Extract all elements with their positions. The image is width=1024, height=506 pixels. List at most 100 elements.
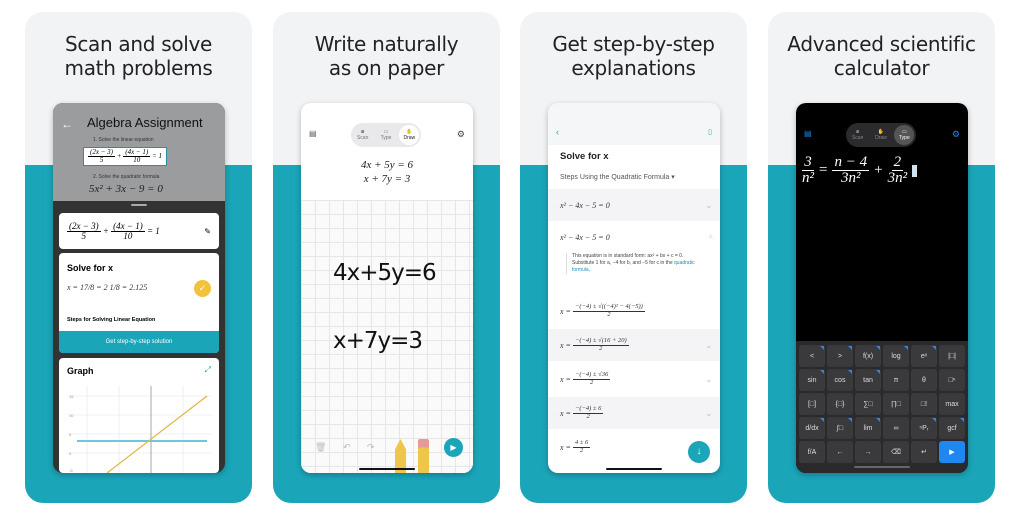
get-step-by-step-button[interactable]: Get step-by-step solution xyxy=(59,331,219,353)
key[interactable]: ▶ xyxy=(939,441,965,463)
history-icon[interactable]: ▤ xyxy=(804,129,812,138)
key[interactable]: π xyxy=(883,369,909,391)
eraser-tool-icon[interactable] xyxy=(418,439,429,473)
mode-draw[interactable]: ✋ Draw xyxy=(399,125,420,145)
scan-selection[interactable]: (2x − 3) 5 + (4x − 1) 10 = 1 xyxy=(83,147,167,166)
keyboard-row: [□] {□} ∑□ ∏□ □! max xyxy=(799,393,965,415)
key[interactable]: sin xyxy=(799,369,825,391)
mode-type[interactable]: ▭ Type xyxy=(894,125,915,145)
undo-icon[interactable]: ↶ xyxy=(343,442,351,453)
drawing-canvas[interactable]: 4x+5y=6 x+7y=3 🗑 ↶ ↷ ▶ xyxy=(301,200,473,473)
key[interactable]: d/dx xyxy=(799,417,825,439)
key[interactable]: |□| xyxy=(939,345,965,367)
key[interactable]: □! xyxy=(911,393,937,415)
step-explanation: This equation is in standard form: ax² +… xyxy=(566,253,706,274)
keyboard-row: d/dx ∫□ lim ∞ ⁿPᵣ gcf xyxy=(799,417,965,439)
calculator-expression[interactable]: 3 n² = n − 4 3n² + 2 3n² xyxy=(802,155,918,186)
key[interactable]: ∫□ xyxy=(827,417,853,439)
edit-pencil-icon[interactable]: ✎ xyxy=(204,227,211,236)
key[interactable]: > xyxy=(827,345,853,367)
key[interactable]: f(x) xyxy=(855,345,881,367)
key[interactable]: ↵ xyxy=(911,441,937,463)
panel-calculator: Advanced scientific calculator ▤ ⚙ ◙ Scan … xyxy=(768,12,995,503)
key[interactable]: θ xyxy=(911,369,937,391)
back-chevron-icon[interactable]: ‹ xyxy=(556,127,559,137)
key[interactable]: ⌫ xyxy=(883,441,909,463)
panel-draw: Write naturally as on paper ▤ ⚙ ◙ Scan ▭ Ty… xyxy=(273,12,500,503)
settings-gear-icon[interactable]: ⚙ xyxy=(457,129,465,140)
phone-steps: ‹ ▯ Solve for x Steps Using the Quadrati… xyxy=(548,103,720,473)
home-indicator xyxy=(606,468,662,470)
scroll-down-button[interactable]: ↓ xyxy=(688,441,710,463)
panel-title: Write naturally as on paper xyxy=(314,32,459,80)
derivation-row[interactable]: x = −(−4) ± √36 2 ⌄ xyxy=(548,363,720,395)
panel-title: Advanced scientific calculator xyxy=(787,32,976,80)
key[interactable]: cos xyxy=(827,369,853,391)
key[interactable]: [□] xyxy=(799,393,825,415)
step-row-expanded[interactable]: x² − 4x − 5 = 0 ^ xyxy=(548,221,720,253)
doc-title: Algebra Assignment xyxy=(87,115,203,130)
line-linear xyxy=(106,395,208,473)
derivation-row[interactable]: x = −(−4) ± 6 2 ⌄ xyxy=(548,397,720,429)
expand-icon[interactable]: ⤢ xyxy=(205,365,211,375)
key[interactable]: {□} xyxy=(827,393,853,415)
chevron-down-icon: ⌄ xyxy=(705,340,712,350)
solve-send-button[interactable]: ▶ xyxy=(444,438,463,457)
key[interactable]: ∏□ xyxy=(883,393,909,415)
chevron-down-icon: ⌄ xyxy=(705,200,712,210)
key[interactable]: eˣ xyxy=(911,345,937,367)
key[interactable]: gcf xyxy=(939,417,965,439)
panel-title: Scan and solve math problems xyxy=(64,32,213,80)
math-keyboard: < > f(x) log eˣ |□| sin cos tan π θ □ⁿ [□] {□} ∑□ ∏□ □! m… xyxy=(796,341,968,473)
doc-question-2: 2. Solve the quadratic formula xyxy=(93,174,160,180)
chevron-up-icon: ^ xyxy=(708,232,712,242)
key[interactable]: → xyxy=(855,441,881,463)
chevron-down-icon: ⌄ xyxy=(705,374,712,384)
key[interactable]: log xyxy=(883,345,909,367)
back-icon[interactable]: ← xyxy=(61,117,73,131)
key[interactable]: < xyxy=(799,345,825,367)
mode-toolbar: ◙ Scan ▭ Type ✋ Draw xyxy=(351,123,421,147)
settings-gear-icon[interactable]: ⚙ xyxy=(952,129,960,140)
handwritten-line: x+7y=3 xyxy=(333,328,423,354)
phone-draw: ▤ ⚙ ◙ Scan ▭ Type ✋ Draw 4x + 5y = 6 x + 7y… xyxy=(301,103,473,473)
recognized-equations: 4x + 5y = 6 x + 7y = 3 xyxy=(301,158,473,186)
key[interactable]: ∞ xyxy=(883,417,909,439)
key[interactable]: □ⁿ xyxy=(939,369,965,391)
recognized-line: x + 7y = 3 xyxy=(363,173,411,185)
keyboard-row: < > f(x) log eˣ |□| xyxy=(799,345,965,367)
graph-card: Graph ⤢ 15 10 5 0 -5 xyxy=(59,358,219,473)
mode-scan[interactable]: ◙ Scan xyxy=(848,125,868,145)
mode-type[interactable]: ▭ Type xyxy=(376,125,396,145)
sheet-handle[interactable] xyxy=(131,204,147,206)
step-row[interactable]: x² − 4x − 5 = 0 ⌄ xyxy=(548,189,720,221)
redo-icon[interactable]: ↷ xyxy=(367,442,375,453)
home-indicator xyxy=(359,468,415,470)
mode-scan[interactable]: ◙ Scan xyxy=(353,125,373,145)
panel-steps: Get step-by-step explanations ‹ ▯ Solve f… xyxy=(520,12,747,503)
key[interactable]: f/A xyxy=(799,441,825,463)
key[interactable]: ⁿPᵣ xyxy=(911,417,937,439)
recognized-line: 4x + 5y = 6 xyxy=(360,159,414,171)
bookmark-icon[interactable]: ▯ xyxy=(708,128,712,136)
key[interactable]: ∑□ xyxy=(855,393,881,415)
y-tick: -5 xyxy=(69,468,73,473)
handwritten-line: 4x+5y=6 xyxy=(333,260,437,286)
method-dropdown[interactable]: Steps Using the Quadratic Formula ▾ xyxy=(560,173,675,181)
key[interactable]: max xyxy=(939,393,965,415)
dropdown-arrow-icon: ▾ xyxy=(671,174,675,181)
equation-card[interactable]: (2x − 3) 5 + (4x − 1) 10 = 1 ✎ xyxy=(59,213,219,249)
panel-title: Get step-by-step explanations xyxy=(552,32,715,80)
key[interactable]: lim xyxy=(855,417,881,439)
derivation-row[interactable]: x = −(−4) ± √(16 + 20) 2 ⌄ xyxy=(548,329,720,361)
steps-title: Solve for x xyxy=(560,151,609,162)
mode-draw[interactable]: ✋ Draw xyxy=(871,125,891,145)
doc-question-1: 1. Solve the linear equation xyxy=(93,137,154,143)
trash-icon[interactable]: 🗑 xyxy=(315,442,326,453)
chevron-down-icon: ⌄ xyxy=(705,408,712,418)
graph-plot[interactable]: 15 10 5 0 -5 xyxy=(67,386,212,473)
key[interactable]: tan xyxy=(855,369,881,391)
check-icon: ✓ xyxy=(194,280,211,297)
history-icon[interactable]: ▤ xyxy=(309,129,317,138)
key[interactable]: ← xyxy=(827,441,853,463)
